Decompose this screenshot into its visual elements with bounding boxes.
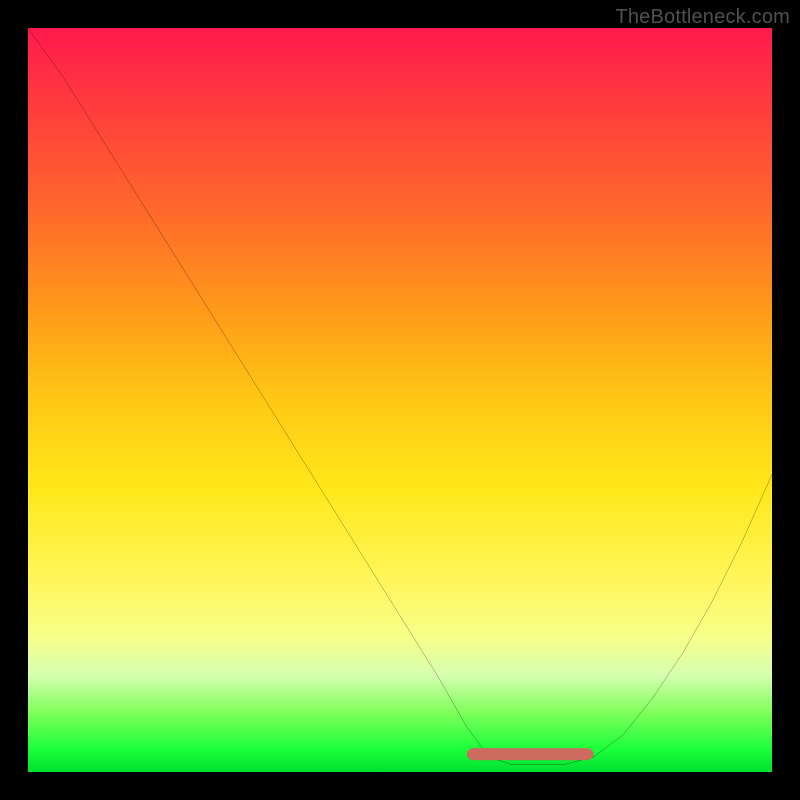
chart-overlay bbox=[28, 28, 772, 772]
chart-frame: TheBottleneck.com bbox=[0, 0, 800, 800]
watermark-text: TheBottleneck.com bbox=[615, 6, 790, 29]
plot-area bbox=[28, 28, 772, 772]
bottleneck-curve-path bbox=[28, 28, 772, 765]
optimal-range-bar bbox=[467, 748, 593, 760]
